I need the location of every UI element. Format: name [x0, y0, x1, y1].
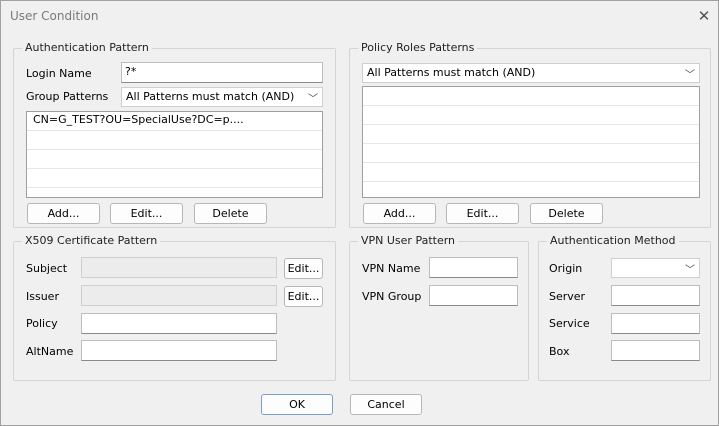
vpn-name-label: VPN Name — [362, 262, 421, 275]
chevron-down-icon: ﹀ — [685, 265, 695, 276]
group-add-button[interactable]: Add... — [27, 203, 100, 224]
list-item[interactable] — [363, 144, 699, 163]
authentication-pattern-group: Authentication Pattern Login Name ?* Gro… — [13, 41, 336, 228]
policy-roles-legend: Policy Roles Patterns — [358, 41, 478, 54]
altname-label: AltName — [26, 345, 74, 358]
box-input[interactable] — [611, 340, 700, 361]
title-bar: User Condition ✕ — [1, 1, 718, 31]
policy-input[interactable] — [81, 313, 277, 334]
list-item[interactable] — [27, 131, 322, 150]
subject-label: Subject — [26, 262, 68, 275]
ok-button[interactable]: OK — [261, 394, 333, 415]
vpn-user-group: VPN User Pattern VPN Name VPN Group — [349, 234, 529, 381]
policy-label: Policy — [26, 317, 58, 330]
server-label: Server — [549, 290, 586, 303]
server-input[interactable] — [611, 285, 700, 306]
group-patterns-label: Group Patterns — [26, 90, 109, 103]
close-icon[interactable]: ✕ — [693, 6, 715, 26]
subject-input — [81, 257, 277, 278]
policy-roles-list[interactable] — [362, 86, 700, 198]
group-patterns-list[interactable]: CN=G_TEST?OU=SpecialUse?DC=p.... — [26, 111, 323, 198]
policy-add-button[interactable]: Add... — [363, 203, 436, 224]
authentication-method-group: Authentication Method Origin ﹀ Server Se… — [538, 234, 711, 381]
user-condition-dialog: User Condition ✕ Authentication Pattern … — [0, 0, 719, 426]
policy-delete-button[interactable]: Delete — [530, 203, 603, 224]
login-name-label: Login Name — [26, 67, 92, 80]
subject-edit-button[interactable]: Edit... — [284, 258, 323, 279]
altname-input[interactable] — [81, 340, 277, 361]
login-name-input[interactable]: ?* — [121, 62, 323, 83]
group-edit-button[interactable]: Edit... — [110, 203, 183, 224]
list-item[interactable] — [363, 106, 699, 125]
authentication-pattern-legend: Authentication Pattern — [22, 41, 152, 54]
issuer-label: Issuer — [26, 290, 59, 303]
list-item[interactable] — [363, 163, 699, 182]
policy-edit-button[interactable]: Edit... — [446, 203, 519, 224]
service-label: Service — [549, 317, 590, 330]
cancel-button[interactable]: Cancel — [350, 394, 422, 415]
x509-certificate-group: X509 Certificate Pattern Subject Edit...… — [13, 234, 336, 381]
origin-label: Origin — [549, 262, 583, 275]
list-item[interactable]: CN=G_TEST?OU=SpecialUse?DC=p.... — [27, 112, 322, 131]
group-patterns-select-value: All Patterns must match (AND) — [126, 90, 295, 103]
group-delete-button[interactable]: Delete — [194, 203, 267, 224]
vpn-group-input[interactable] — [429, 285, 518, 306]
origin-select[interactable]: ﹀ — [611, 258, 700, 278]
list-item[interactable] — [27, 169, 322, 188]
vpn-user-legend: VPN User Pattern — [358, 234, 459, 247]
service-input[interactable] — [611, 313, 700, 334]
policy-roles-group: Policy Roles Patterns All Patterns must … — [349, 41, 711, 228]
x509-certificate-legend: X509 Certificate Pattern — [22, 234, 161, 247]
chevron-down-icon: ﹀ — [685, 70, 695, 81]
authentication-method-legend: Authentication Method — [547, 234, 679, 247]
list-item[interactable] — [27, 188, 322, 197]
issuer-edit-button[interactable]: Edit... — [284, 286, 323, 307]
policy-roles-select-value: All Patterns must match (AND) — [367, 66, 536, 79]
box-label: Box — [549, 345, 570, 358]
vpn-name-input[interactable] — [429, 257, 518, 278]
list-item[interactable] — [363, 125, 699, 144]
list-item[interactable] — [27, 150, 322, 169]
vpn-group-label: VPN Group — [362, 290, 422, 303]
issuer-input — [81, 285, 277, 306]
group-patterns-select[interactable]: All Patterns must match (AND) ﹀ — [121, 87, 323, 107]
list-item[interactable] — [363, 87, 699, 106]
chevron-down-icon: ﹀ — [308, 94, 318, 105]
policy-roles-select[interactable]: All Patterns must match (AND) ﹀ — [362, 63, 700, 83]
window-title: User Condition — [10, 9, 99, 23]
